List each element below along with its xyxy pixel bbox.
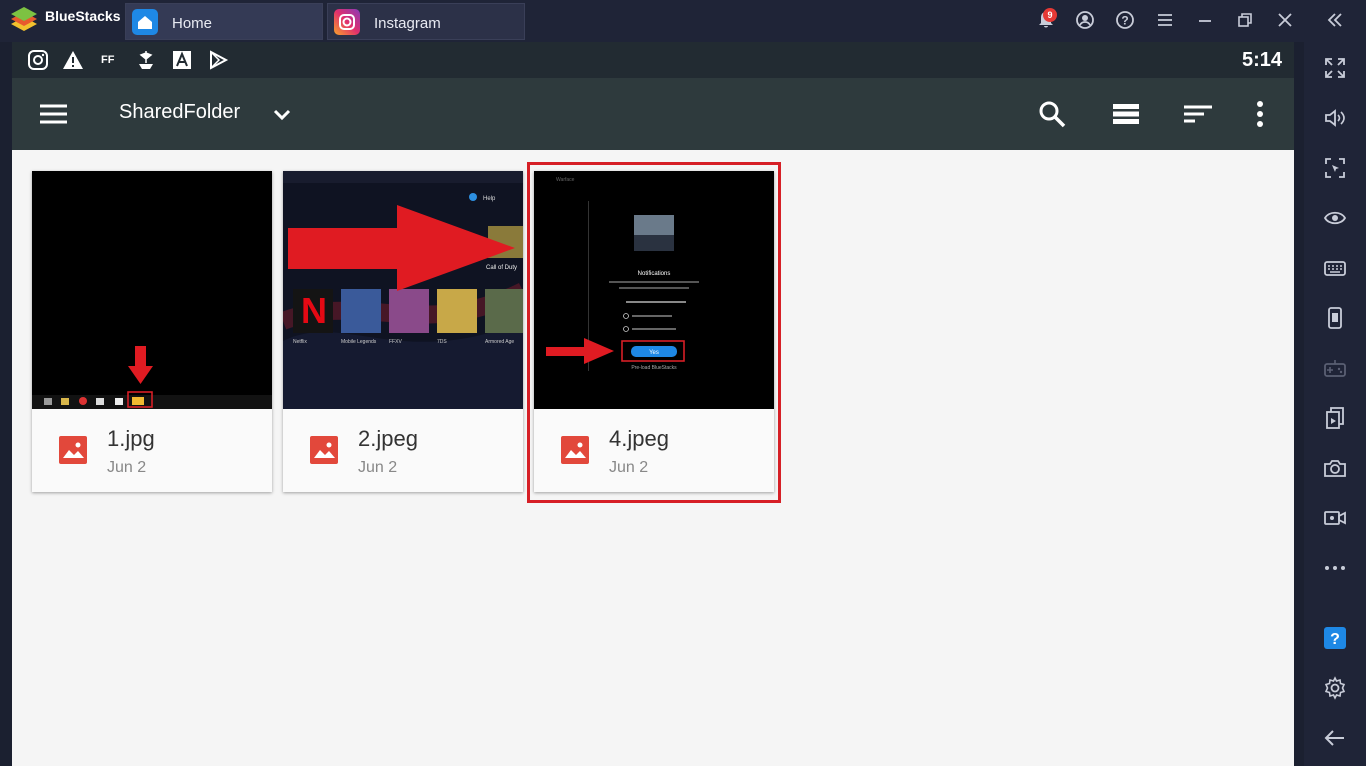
thumb-netflix-letter: N <box>301 290 327 331</box>
list-view-icon[interactable] <box>1112 100 1140 128</box>
thumb-game-label: Call of Duty <box>486 265 517 271</box>
settings-icon[interactable] <box>1323 676 1347 700</box>
hamburger-icon[interactable] <box>39 100 67 128</box>
play-store-icon <box>207 49 229 71</box>
status-clock: 5:14 <box>1241 49 1282 71</box>
file-name: 2.jpeg <box>358 426 418 451</box>
file-date: Jun 2 <box>107 459 147 476</box>
instagram-icon <box>27 49 49 71</box>
volume-icon[interactable] <box>1323 106 1347 130</box>
thumb-help-text: Help <box>483 196 496 202</box>
file-thumbnail <box>32 171 272 409</box>
image-file-icon <box>310 436 338 464</box>
bluestacks-logo-icon <box>8 6 40 36</box>
video-icon[interactable] <box>1323 506 1347 530</box>
minimize-icon[interactable] <box>1194 10 1216 32</box>
more-vert-icon[interactable] <box>1248 100 1276 128</box>
thumb-tile-label: 7DS <box>437 339 447 345</box>
file-date: Jun 2 <box>358 459 398 476</box>
more-icon[interactable] <box>1323 556 1347 580</box>
thumb-tile-label: FFXV <box>389 339 402 345</box>
image-file-icon <box>59 436 87 464</box>
file-thumbnail: Help Call of Duty N Netflix Mobile Legen… <box>283 171 523 409</box>
file-name: 1.jpg <box>107 426 155 451</box>
tab-instagram-label: Instagram <box>374 15 441 32</box>
svg-text:?: ? <box>1330 631 1340 648</box>
status-bar: FF 5:14 <box>12 42 1294 78</box>
collapse-icon[interactable] <box>1324 10 1346 32</box>
tab-instagram[interactable]: Instagram <box>327 3 525 40</box>
notification-badge: 9 <box>1043 8 1057 22</box>
title-bar: BlueStacks Home Instagram 9 ? <box>0 0 1366 42</box>
account-icon[interactable] <box>1074 10 1096 32</box>
file-card[interactable]: Help Call of Duty N Netflix Mobile Legen… <box>283 171 523 492</box>
instagram-icon <box>334 9 360 35</box>
phone-icon[interactable] <box>1323 306 1347 330</box>
file-info: 2.jpeg Jun 2 <box>283 409 523 492</box>
search-icon[interactable] <box>1038 100 1066 128</box>
eye-icon[interactable] <box>1323 206 1347 230</box>
help-icon[interactable]: ? <box>1323 626 1347 650</box>
warning-icon <box>62 49 84 71</box>
fullscreen-icon[interactable] <box>1323 56 1347 80</box>
svg-text:?: ? <box>1121 14 1128 28</box>
app-brand: BlueStacks <box>45 8 121 24</box>
camera-icon[interactable] <box>1323 456 1347 480</box>
cursor-icon[interactable] <box>1323 156 1347 180</box>
multi-instance-icon[interactable] <box>1323 406 1347 430</box>
thumb-tile-label: Armored Age <box>485 339 514 345</box>
app-bar: SharedFolder <box>12 78 1294 150</box>
tab-home-label: Home <box>172 15 213 32</box>
folder-title[interactable]: SharedFolder <box>119 101 240 124</box>
menu-icon[interactable] <box>1154 10 1176 32</box>
sort-icon[interactable] <box>1184 100 1212 128</box>
a-icon <box>171 49 193 71</box>
selection-highlight <box>527 162 781 503</box>
help-icon[interactable]: ? <box>1114 10 1136 32</box>
ship-icon <box>135 49 157 71</box>
restore-icon[interactable] <box>1234 10 1256 32</box>
home-icon <box>132 9 158 35</box>
right-sidebar: ? <box>1304 42 1366 766</box>
thumb-tile-label: Netflix <box>293 339 307 345</box>
close-icon[interactable] <box>1274 10 1296 32</box>
file-info: 1.jpg Jun 2 <box>32 409 272 492</box>
dropdown-icon[interactable] <box>268 100 296 128</box>
thumb-tile-label: Mobile Legends <box>341 339 377 345</box>
tab-home[interactable]: Home <box>125 3 323 40</box>
gamepad-icon[interactable] <box>1323 356 1347 380</box>
file-card[interactable]: 1.jpg Jun 2 <box>32 171 272 492</box>
back-icon[interactable] <box>1323 726 1347 750</box>
ff-icon: FF <box>101 54 115 66</box>
keyboard-icon[interactable] <box>1323 256 1347 280</box>
